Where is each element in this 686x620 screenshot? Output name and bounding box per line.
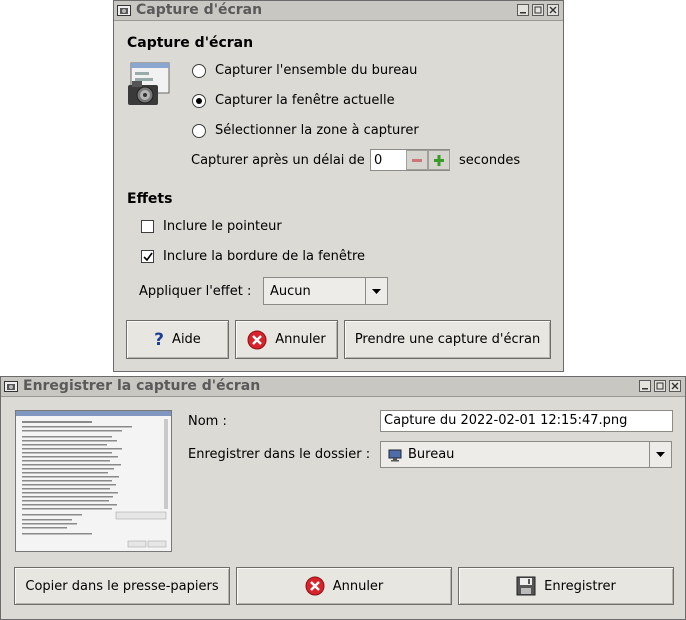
- delay-spinbox[interactable]: 0: [370, 149, 450, 171]
- cancel-button[interactable]: Annuler: [236, 567, 452, 605]
- minimize-button[interactable]: [517, 4, 529, 16]
- help-button[interactable]: ? Aide: [126, 320, 229, 359]
- option-current-window-label[interactable]: Capturer la fenêtre actuelle: [215, 93, 395, 108]
- effects-section-header: Effets: [127, 191, 173, 207]
- title-bar[interactable]: Enregistrer la capture d'écran: [1, 377, 685, 397]
- chevron-down-icon: [372, 289, 381, 294]
- close-button[interactable]: [547, 4, 559, 16]
- chevron-down-icon: [656, 452, 665, 457]
- take-screenshot-button[interactable]: Prendre une capture d'écran: [344, 320, 551, 359]
- option-whole-desktop-label[interactable]: Capturer l'ensemble du bureau: [215, 63, 417, 78]
- maximize-button[interactable]: [532, 4, 544, 16]
- camera-app-icon: [4, 381, 18, 392]
- effect-value: Aucun: [270, 284, 311, 299]
- delay-unit: secondes: [459, 153, 521, 168]
- cancel-label: Annuler: [332, 578, 384, 594]
- increment-button[interactable]: [428, 150, 450, 170]
- window-title: Enregistrer la capture d'écran: [23, 378, 261, 394]
- capture-section-header: Capture d'écran: [127, 35, 254, 51]
- filename-value: Capture du 2022-02-01 12:15:47.png: [384, 413, 628, 428]
- decrement-button[interactable]: [406, 150, 428, 170]
- save-button[interactable]: Enregistrer: [458, 567, 674, 605]
- include-border-checkbox[interactable]: [141, 250, 154, 263]
- title-bar[interactable]: Capture d'écran: [114, 1, 563, 21]
- take-screenshot-label: Prendre une capture d'écran: [354, 332, 541, 347]
- folder-dropdown[interactable]: Bureau: [380, 441, 672, 468]
- desktop-folder-icon: [388, 449, 402, 462]
- screenshot-preview: [15, 410, 172, 552]
- cancel-label: Annuler: [275, 332, 326, 347]
- radio-current-window[interactable]: [192, 94, 206, 108]
- option-select-area-label[interactable]: Sélectionner la zone à capturer: [215, 123, 419, 138]
- help-icon: ?: [154, 329, 165, 350]
- minimize-button[interactable]: [639, 380, 651, 392]
- cancel-icon: [247, 330, 267, 349]
- effect-label: Appliquer l'effet :: [139, 284, 252, 299]
- filename-input[interactable]: Capture du 2022-02-01 12:15:47.png: [380, 410, 673, 432]
- window-title: Capture d'écran: [136, 2, 263, 18]
- cancel-button[interactable]: Annuler: [235, 320, 338, 359]
- include-pointer-label[interactable]: Inclure le pointeur: [163, 219, 282, 234]
- include-border-label[interactable]: Inclure la bordure de la fenêtre: [163, 249, 365, 264]
- folder-value: Bureau: [408, 447, 455, 462]
- delay-label: Capturer après un délai de: [191, 153, 365, 168]
- copy-to-clipboard-label: Copier dans le presse-papiers: [25, 578, 219, 594]
- screenshot-illustration-icon: [128, 62, 170, 105]
- include-pointer-checkbox[interactable]: [141, 220, 154, 233]
- copy-to-clipboard-button[interactable]: Copier dans le presse-papiers: [14, 567, 230, 605]
- camera-app-icon: [117, 5, 131, 16]
- delay-value: 0: [374, 153, 383, 168]
- checkmark-icon: [143, 252, 153, 262]
- save-label: Enregistrer: [544, 578, 616, 594]
- maximize-button[interactable]: [654, 380, 666, 392]
- floppy-disk-icon: [516, 576, 536, 596]
- cancel-icon: [305, 576, 325, 596]
- screenshot-dialog: Capture d'écran Capture d'écran Capturer…: [113, 0, 564, 372]
- preview-image: [16, 411, 171, 551]
- folder-label: Enregistrer dans le dossier :: [188, 447, 371, 462]
- help-label: Aide: [172, 332, 201, 347]
- radio-select-area[interactable]: [192, 124, 206, 138]
- name-label: Nom :: [188, 414, 227, 429]
- save-screenshot-dialog: Enregistrer la capture d'écran Nom: Cap…: [0, 376, 686, 620]
- effect-dropdown[interactable]: Aucun: [263, 277, 388, 305]
- close-button[interactable]: [669, 380, 681, 392]
- radio-whole-desktop[interactable]: [192, 64, 206, 78]
